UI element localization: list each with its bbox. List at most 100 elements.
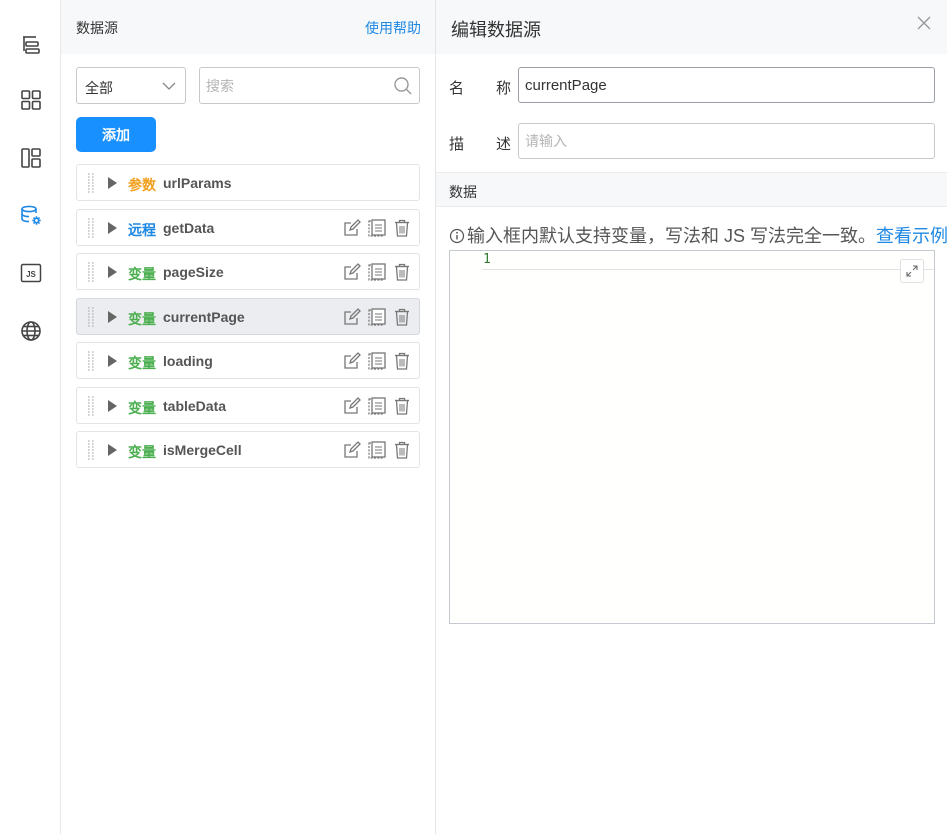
- type-filter-select[interactable]: 全部: [76, 67, 186, 104]
- row-actions: [342, 262, 412, 282]
- icon-rail: JS: [0, 0, 61, 834]
- view-example-link[interactable]: 查看示例: [876, 226, 947, 246]
- datasource-name: getData: [163, 219, 215, 236]
- row-actions: [342, 396, 412, 416]
- copy-icon[interactable]: [367, 218, 387, 238]
- datasource-row[interactable]: 变量 loading: [76, 342, 420, 379]
- datasource-icon[interactable]: [18, 203, 44, 229]
- expand-caret-icon[interactable]: [108, 266, 117, 278]
- datasource-type-label: 远程: [128, 221, 156, 238]
- edit-icon[interactable]: [342, 440, 362, 460]
- delete-icon[interactable]: [392, 262, 412, 282]
- edit-icon[interactable]: [342, 396, 362, 416]
- delete-icon[interactable]: [392, 307, 412, 327]
- edit-icon[interactable]: [342, 307, 362, 327]
- delete-icon[interactable]: [392, 218, 412, 238]
- components-grid-icon[interactable]: [18, 87, 44, 113]
- datasource-row[interactable]: 变量 tableData: [76, 386, 420, 424]
- help-link[interactable]: 使用帮助: [365, 18, 421, 38]
- search-input[interactable]: [206, 76, 386, 96]
- variable-hint: 输入框内默认支持变量，写法和 JS 写法完全一致。查看示例: [449, 222, 947, 248]
- copy-icon[interactable]: [367, 307, 387, 327]
- expand-caret-icon[interactable]: [108, 444, 117, 456]
- datasource-type-label: 变量: [128, 355, 156, 371]
- datasource-type-label: 变量: [128, 266, 156, 282]
- datasource-name: tableData: [163, 397, 227, 414]
- svg-text:JS: JS: [26, 270, 36, 279]
- globe-icon[interactable]: [18, 318, 44, 344]
- row-actions: [342, 218, 412, 238]
- datasource-type-label: 变量: [128, 444, 156, 460]
- expand-caret-icon[interactable]: [108, 310, 117, 323]
- drag-handle-icon[interactable]: [87, 217, 95, 238]
- type-filter-value: 全部: [85, 80, 113, 96]
- row-actions: [342, 351, 412, 371]
- datasource-name: currentPage: [163, 308, 245, 325]
- code-editor[interactable]: 1: [449, 250, 935, 624]
- expand-caret-icon[interactable]: [108, 177, 117, 189]
- datasource-row[interactable]: 变量 pageSize: [76, 253, 420, 290]
- name-field[interactable]: [518, 67, 935, 103]
- close-icon[interactable]: [915, 14, 933, 32]
- js-code-icon[interactable]: JS: [18, 260, 44, 286]
- outline-tree-icon[interactable]: [18, 31, 44, 57]
- data-section-title: 数据: [449, 184, 477, 200]
- description-label-first: 描: [449, 136, 465, 153]
- expand-caret-icon[interactable]: [108, 355, 117, 367]
- copy-icon[interactable]: [367, 440, 387, 460]
- copy-icon[interactable]: [367, 351, 387, 371]
- search-box: [199, 67, 420, 104]
- page-layout-icon[interactable]: [18, 145, 44, 171]
- expand-icon: [906, 265, 918, 277]
- hint-text: 输入框内默认支持变量，写法和 JS 写法完全一致。: [467, 226, 877, 246]
- datasource-row[interactable]: 变量 currentPage: [76, 297, 420, 335]
- info-icon: [449, 228, 465, 244]
- expand-editor-button[interactable]: [900, 259, 924, 283]
- copy-icon[interactable]: [367, 262, 387, 282]
- drag-handle-icon[interactable]: [87, 351, 95, 371]
- editor-active-line: [482, 251, 934, 270]
- edit-icon[interactable]: [342, 262, 362, 282]
- description-field[interactable]: [518, 123, 935, 159]
- edit-icon[interactable]: [342, 218, 362, 238]
- expand-caret-icon[interactable]: [108, 399, 117, 412]
- search-icon[interactable]: [393, 76, 413, 96]
- edit-datasource-panel: 编辑数据源 名 称 描 述 数据 输入框内默认支持变量，写法和 JS 写法完全一…: [436, 0, 947, 834]
- datasource-name: urlParams: [163, 175, 232, 191]
- datasource-type-label: 变量: [128, 399, 156, 416]
- datasource-name: isMergeCell: [163, 442, 242, 458]
- datasource-name: pageSize: [163, 264, 224, 280]
- copy-icon[interactable]: [367, 396, 387, 416]
- drag-handle-icon[interactable]: [87, 262, 95, 282]
- datasource-row[interactable]: 变量 isMergeCell: [76, 431, 420, 468]
- drag-handle-icon[interactable]: [87, 395, 95, 416]
- edit-panel-header: 编辑数据源: [436, 0, 947, 54]
- name-label-first: 名: [449, 80, 465, 97]
- name-label-second: 称: [496, 80, 512, 97]
- datasource-panel: 数据源 使用帮助 全部 添加 参数 urlParams 远程 getData 变量 pag…: [61, 0, 436, 834]
- drag-handle-icon[interactable]: [87, 440, 95, 460]
- editor-line-number: 1: [483, 252, 491, 267]
- drag-handle-icon[interactable]: [87, 306, 95, 327]
- datasource-type-label: 变量: [128, 310, 156, 327]
- delete-icon[interactable]: [392, 396, 412, 416]
- datasource-row[interactable]: 参数 urlParams: [76, 164, 420, 201]
- expand-caret-icon[interactable]: [108, 221, 117, 234]
- delete-icon[interactable]: [392, 440, 412, 460]
- add-button[interactable]: 添加: [76, 117, 156, 152]
- edit-icon[interactable]: [342, 351, 362, 371]
- delete-icon[interactable]: [392, 351, 412, 371]
- datasource-name: loading: [163, 353, 213, 369]
- datasource-row[interactable]: 远程 getData: [76, 208, 420, 246]
- row-actions: [342, 307, 412, 327]
- description-label-second: 述: [496, 136, 512, 153]
- datasource-panel-header: 数据源 使用帮助: [61, 0, 435, 54]
- chevron-down-icon: [162, 82, 176, 90]
- data-section-header: 数据: [436, 172, 947, 207]
- drag-handle-icon[interactable]: [87, 173, 95, 193]
- app-root: JS 数据源 使用帮助 全部 添加: [0, 0, 947, 834]
- datasource-type-label: 参数: [128, 177, 156, 193]
- edit-panel-title: 编辑数据源: [451, 20, 541, 40]
- panel-title: 数据源: [76, 20, 118, 36]
- row-actions: [342, 440, 412, 460]
